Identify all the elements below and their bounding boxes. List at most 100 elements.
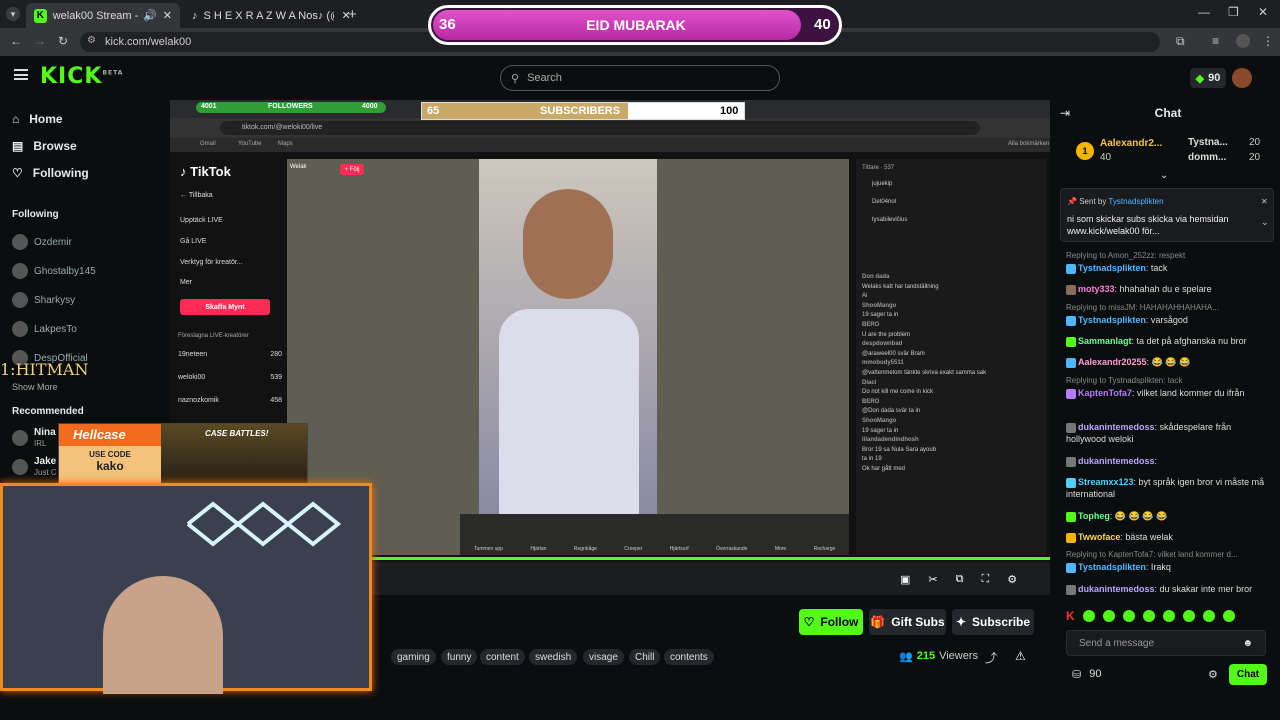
restore-icon[interactable]: ❐: [1228, 5, 1239, 19]
emoji-icon[interactable]: ☻: [1242, 638, 1253, 649]
emote-icon[interactable]: [1082, 610, 1095, 622]
stream-tag[interactable]: gaming: [391, 649, 436, 665]
expand-leaderboard-icon[interactable]: ⌄: [1160, 170, 1168, 181]
tiktok-menu-item: Verktyg för kreatör...: [180, 259, 243, 266]
stream-tag[interactable]: visage: [583, 649, 624, 665]
stream-tag[interactable]: swedish: [529, 649, 578, 665]
recommended-item[interactable]: Nina IRL: [12, 427, 56, 449]
share-icon[interactable]: ⤴: [985, 649, 997, 666]
fullscreen-icon[interactable]: ⛶: [981, 573, 989, 586]
back-icon[interactable]: ←: [10, 34, 22, 48]
emote-icon[interactable]: [1182, 610, 1195, 622]
clip-icon[interactable]: ✂: [928, 573, 937, 586]
emote-icon[interactable]: [1222, 610, 1235, 622]
chat-username[interactable]: dukanintemedoss: [1078, 584, 1155, 594]
tab-search-icon[interactable]: ▾: [6, 7, 20, 21]
site-info-icon[interactable]: ⚙: [87, 35, 96, 46]
kick-points[interactable]: ◆ 90: [1190, 68, 1226, 88]
chat-text: : ta det på afghanska nu bror: [1131, 336, 1247, 346]
emote-icon[interactable]: [1122, 610, 1135, 622]
comment-text: Ok har gått med: [862, 465, 906, 472]
chat-username[interactable]: Streamxx123: [1078, 477, 1134, 487]
following-item[interactable]: LakpesTo: [12, 321, 77, 337]
eid-banner: 36 EID MUBARAK 40: [428, 5, 842, 45]
nav-home[interactable]: ⌂ Home: [12, 112, 63, 126]
report-icon[interactable]: ⚠: [1015, 649, 1026, 663]
hamburger-menu-icon[interactable]: [14, 69, 28, 80]
tab-tiktok[interactable]: ♪ S H E X R A Z W A Nos♪ (@she ✕: [184, 3, 360, 28]
following-item[interactable]: Ozdemir: [12, 234, 72, 250]
search-input[interactable]: ⚲ Search: [500, 65, 780, 91]
following-item[interactable]: Sharkysy: [12, 292, 75, 308]
stream-tag[interactable]: content: [480, 649, 525, 665]
unpin-icon[interactable]: ✕: [1261, 197, 1268, 206]
reload-icon[interactable]: ↻: [58, 34, 68, 48]
followers-right: 4000: [362, 103, 378, 110]
chat-settings-icon[interactable]: ⚙: [1208, 668, 1218, 681]
forward-icon[interactable]: →: [34, 34, 46, 48]
chat-username[interactable]: Sammanlagt: [1078, 336, 1132, 346]
sub-badge-icon: [1066, 357, 1076, 368]
tiktok-comment: Ok har gått med: [862, 465, 1040, 475]
media-icon[interactable]: ≡: [1212, 34, 1219, 48]
chat-username[interactable]: moty333: [1078, 284, 1115, 294]
follow-button[interactable]: ♡ Follow: [799, 609, 863, 635]
expand-pinned-icon[interactable]: ⌄: [1261, 217, 1269, 228]
recommended-item[interactable]: Jake Just C: [12, 456, 57, 478]
gift-subs-button[interactable]: 🎁 Gift Subs: [869, 609, 946, 635]
chat-username[interactable]: dukanintemedoss: [1078, 422, 1155, 432]
chat-username[interactable]: Tystnadsplikten: [1078, 315, 1146, 325]
url-text: kick.com/welak00: [105, 36, 192, 48]
settings-icon[interactable]: ⚙: [1007, 573, 1017, 586]
profile-avatar[interactable]: [1236, 34, 1250, 48]
tab-kick[interactable]: K welak00 Stream - Watch Live 🔊 ✕: [26, 3, 180, 28]
gift-item: Hjärtan: [530, 546, 547, 552]
theater-mode-icon[interactable]: ▣: [900, 573, 910, 586]
tab-close-icon[interactable]: ✕: [163, 9, 172, 22]
chat-username[interactable]: Tystnadsplikten: [1078, 263, 1146, 273]
user-avatar[interactable]: [1232, 68, 1252, 88]
chat-username[interactable]: Twwoface: [1078, 532, 1120, 542]
top-gifter-name[interactable]: Aalexandr2...: [1100, 138, 1162, 149]
top-gifter-name[interactable]: Tystna...: [1188, 137, 1228, 148]
tiktok-menu-item: Upptäck LIVE: [180, 217, 223, 224]
tiktok-follow-button: + Följ: [340, 164, 364, 175]
chat-points-value: 90: [1089, 668, 1102, 680]
show-more-link[interactable]: Show More: [12, 382, 58, 392]
video-progress-bar[interactable]: [370, 557, 1050, 560]
nav-browse[interactable]: ▤ Browse: [12, 139, 77, 153]
kick-emote-icon[interactable]: K: [1066, 609, 1075, 623]
chat-username[interactable]: Topheg: [1078, 511, 1110, 521]
stream-tag[interactable]: contents: [664, 649, 714, 665]
stream-tag[interactable]: funny: [441, 649, 478, 665]
neon-light-art: [183, 494, 343, 554]
new-tab-icon[interactable]: +: [348, 6, 357, 23]
chat-username[interactable]: KaptenTofa7: [1078, 388, 1132, 398]
pinned-by-label: Sent by: [1079, 197, 1107, 206]
chat-username[interactable]: Aalexandr20255: [1078, 357, 1147, 367]
chat-input[interactable]: Send a message ☻: [1066, 630, 1266, 656]
minimize-icon[interactable]: —: [1198, 5, 1210, 19]
stream-tag[interactable]: Chill: [629, 649, 661, 665]
comment-text: Ai: [862, 293, 868, 300]
chat-username[interactable]: dukanintemedoss: [1078, 456, 1155, 466]
emote-icon[interactable]: [1202, 610, 1215, 622]
comment-text: 19 sager ta in: [862, 312, 899, 319]
chat-points[interactable]: ⛁ 90: [1072, 668, 1101, 681]
chat-username[interactable]: Tystnadsplikten: [1078, 562, 1146, 572]
pip-icon[interactable]: ⧉: [956, 573, 964, 586]
extensions-icon[interactable]: ⧉: [1176, 34, 1185, 49]
subscribe-button[interactable]: ✦ Subscribe: [952, 609, 1034, 635]
emote-icon[interactable]: [1142, 610, 1155, 622]
emote-icon[interactable]: [1162, 610, 1175, 622]
browser-menu-icon[interactable]: ⋮: [1262, 34, 1274, 48]
followers-label: FOLLOWERS: [268, 103, 313, 110]
following-item[interactable]: Ghostalby145: [12, 263, 96, 279]
nav-following[interactable]: ♡ Following: [12, 166, 89, 180]
tab-audio-icon[interactable]: 🔊: [143, 9, 157, 22]
emote-icon[interactable]: [1102, 610, 1115, 622]
kick-logo[interactable]: KICKBETA: [40, 64, 123, 89]
window-close-icon[interactable]: ✕: [1258, 5, 1268, 19]
send-chat-button[interactable]: Chat: [1229, 664, 1267, 685]
top-gifter-name[interactable]: domm...: [1188, 152, 1226, 163]
